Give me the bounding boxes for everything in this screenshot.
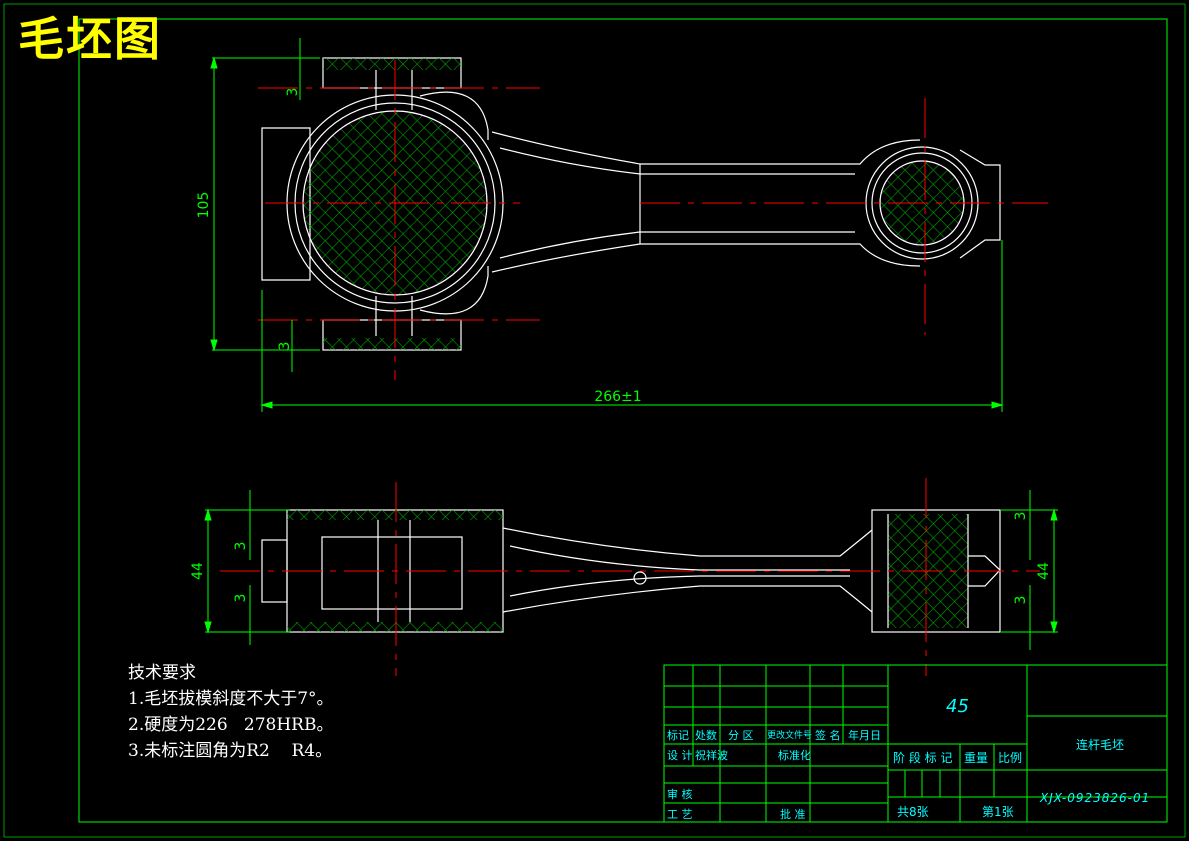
dim-allow-side-c: 3: [1013, 512, 1029, 521]
tb-sheet-no: 第1张: [982, 805, 1014, 819]
tb-total-sheets: 共8张: [897, 805, 929, 819]
notes-heading: 技术要求: [128, 663, 196, 683]
drawing-title: 毛坯图: [18, 12, 162, 66]
tb-process: 工 艺: [667, 808, 693, 821]
tb-hdr-count: 处数: [695, 729, 717, 742]
tb-material: 45: [946, 696, 969, 717]
tb-hdr-mark: 标记: [667, 729, 689, 742]
dim-allow-top-a: 3: [285, 88, 301, 97]
tb-hdr-date: 年月日: [848, 729, 881, 742]
tb-drawing-no: XJX-0923826-01: [1040, 791, 1151, 805]
tb-hdr-docno: 更改文件号: [767, 731, 813, 741]
dim-height-105: 105: [196, 192, 212, 219]
tb-designer: 祝祥波: [695, 749, 728, 762]
tb-hdr-sign: 签 名: [815, 729, 841, 742]
tb-design: 设 计: [667, 749, 693, 762]
tb-stage-label: 阶 段 标 记: [893, 751, 953, 765]
dim-width-right-44: 44: [1036, 562, 1052, 580]
technical-requirements: 技术要求 1.毛坯拔模斜度不大于7°。 2.硬度为226 278HRB。 3.未…: [128, 660, 334, 764]
top-view: [261, 57, 1001, 351]
dim-allow-side-b: 3: [233, 594, 249, 603]
tb-scale-label: 比例: [998, 751, 1023, 765]
dim-allow-side-a: 3: [233, 542, 249, 551]
note-item-2: 2.硬度为226 278HRB。: [128, 715, 334, 735]
tb-part-name: 连杆毛坯: [1076, 738, 1125, 752]
dim-width-left-44: 44: [190, 562, 206, 580]
tb-hdr-zone: 分 区: [728, 729, 754, 742]
tb-weight-label: 重量: [964, 751, 989, 765]
dim-allow-side-d: 3: [1013, 596, 1029, 605]
tb-approve: 批 准: [780, 808, 806, 821]
dim-allow-top-b: 3: [277, 342, 293, 351]
tb-review: 审 核: [667, 788, 693, 801]
dim-length-266: 266±1: [594, 389, 641, 405]
note-item-1: 1.毛坯拔模斜度不大于7°。: [128, 689, 334, 709]
note-item-3: 3.未标注圆角为R2 R4。: [128, 741, 333, 761]
tb-standardize: 标准化: [778, 749, 811, 762]
